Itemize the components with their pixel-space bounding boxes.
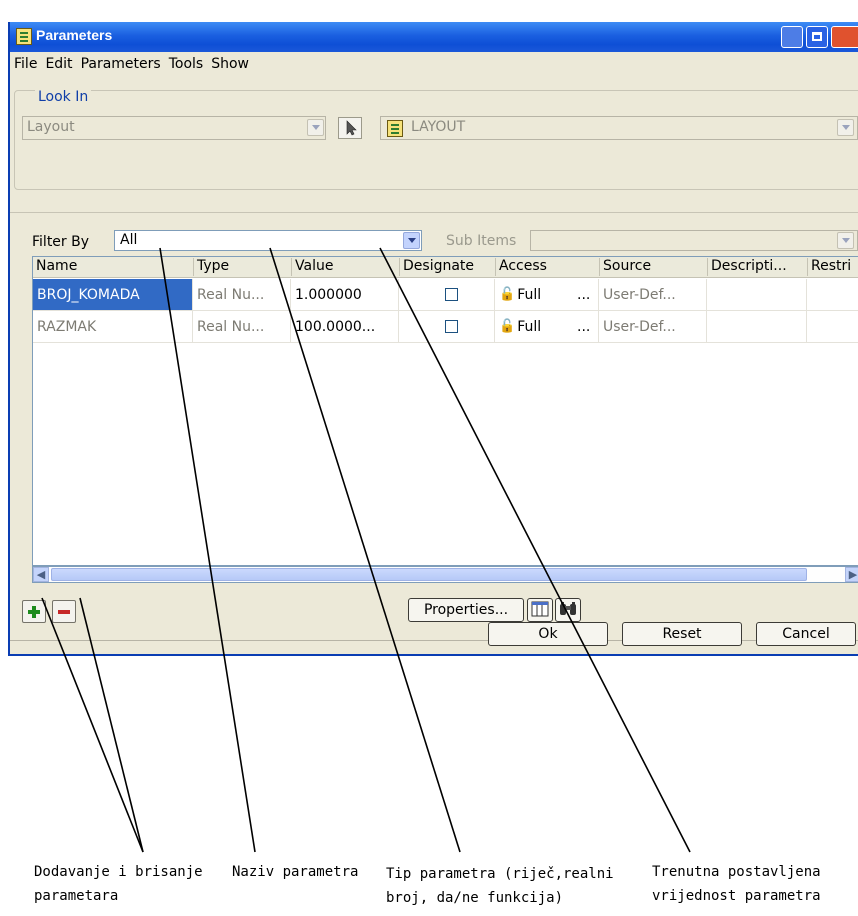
horizontal-scrollbar[interactable]: ◀ ▶ [32,566,858,583]
cell-type[interactable]: Real Nu... [193,279,291,311]
chevron-down-icon[interactable] [307,119,324,136]
cell-access[interactable]: 🔓 Full ... [495,311,599,343]
chevron-down-icon[interactable] [403,232,420,249]
cell-source[interactable]: User-Def... [599,311,707,343]
annotation-text: Dodavanje i brisanje [34,864,203,880]
scrollbar-thumb[interactable] [51,568,807,581]
designate-checkbox[interactable] [445,288,458,301]
cell-restricted[interactable] [807,311,858,343]
column-header-type[interactable]: Type [193,258,291,276]
close-button[interactable] [831,26,858,48]
column-header-designate[interactable]: Designate [399,258,495,276]
lock-icon: 🔓 [499,319,516,334]
column-header-description[interactable]: Descripti... [707,258,807,276]
menu-edit[interactable]: Edit [45,56,72,72]
add-parameter-button[interactable] [22,600,46,623]
parameters-app-icon [16,28,32,45]
menu-bar: File Edit Parameters Tools Show [10,56,253,76]
cell-restricted[interactable] [807,279,858,311]
columns-button[interactable] [527,598,553,622]
parameters-table: Name Type Value Designate Access Source … [32,256,858,566]
sub-items-label: Sub Items [446,233,517,249]
find-button[interactable] [555,598,581,622]
filter-by-label: Filter By [32,234,90,250]
cell-designate [399,311,495,343]
table-columns-icon [531,601,549,617]
lock-icon: 🔓 [499,287,516,302]
annotation-type: Tip parametra (riječ,realni broj, da/ne … [386,862,614,910]
access-more-button[interactable]: ... [577,279,590,310]
cell-value[interactable]: 1.000000 [291,279,399,311]
select-object-button[interactable] [338,117,362,139]
access-value: Full [517,287,542,303]
cell-designate [399,279,495,311]
pointer-arrow-icon [346,120,357,136]
menu-file[interactable]: File [14,56,37,72]
cell-type[interactable]: Real Nu... [193,311,291,343]
binoculars-icon [560,602,576,615]
column-header-access[interactable]: Access [495,258,599,276]
annotation-text: vrijednost parametra [652,888,821,904]
table-row[interactable]: BROJ_KOMADA Real Nu... 1.000000 🔓 Full ..… [33,279,858,311]
ok-button[interactable]: Ok [488,622,608,646]
window-title: Parameters [36,27,113,43]
cell-description[interactable] [707,279,807,311]
annotation-text: broj, da/ne funkcija) [386,890,564,906]
look-in-object-value: LAYOUT [411,119,466,135]
designate-checkbox[interactable] [445,320,458,333]
reset-button[interactable]: Reset [622,622,742,646]
cell-name[interactable]: BROJ_KOMADA [33,279,193,311]
menu-tools[interactable]: Tools [169,56,204,72]
scroll-right-icon[interactable]: ▶ [845,567,858,582]
properties-button[interactable]: Properties... [408,598,524,622]
menu-show[interactable]: Show [211,56,249,72]
minus-icon [58,610,70,614]
plus-icon-vertical [32,606,36,618]
look-in-group: Look In [14,89,858,190]
table-row[interactable]: RAZMAK Real Nu... 100.0000... 🔓 Full ... … [33,311,858,343]
filter-by-select[interactable]: All [114,230,422,251]
maximize-button[interactable] [806,26,828,48]
cell-access[interactable]: 🔓 Full ... [495,279,599,311]
cell-name[interactable]: RAZMAK [33,311,193,343]
layout-object-icon [387,120,403,137]
column-header-restricted[interactable]: Restri [807,258,858,276]
look-in-scope-select[interactable]: Layout [22,116,326,140]
scroll-left-icon[interactable]: ◀ [33,567,49,582]
access-more-button[interactable]: ... [577,311,590,342]
column-header-name[interactable]: Name [33,258,193,276]
annotation-text: Tip parametra (riječ,realni [386,866,614,882]
annotation-text: Trenutna postavljena [652,864,821,880]
minimize-button[interactable] [781,26,803,48]
sub-items-select[interactable] [530,230,858,251]
parameters-dialog: Parameters File Edit Parameters Tools Show L… [8,22,858,656]
annotation-text: Naziv parametra [232,864,359,880]
access-value: Full [517,319,542,335]
annotation-name: Naziv parametra [232,860,358,884]
cell-value[interactable]: 100.0000... [291,311,399,343]
remove-parameter-button[interactable] [52,600,76,623]
look-in-object-select[interactable]: LAYOUT [380,116,858,140]
title-bar[interactable]: Parameters [10,22,858,52]
chevron-down-icon[interactable] [837,119,854,136]
cancel-button[interactable]: Cancel [756,622,856,646]
chevron-down-icon[interactable] [837,232,854,249]
menu-parameters[interactable]: Parameters [81,56,161,72]
table-header: Name Type Value Designate Access Source … [33,257,858,278]
filter-by-value: All [120,232,138,248]
column-header-value[interactable]: Value [291,258,399,276]
annotation-add-remove: Dodavanje i brisanje parametara [34,860,203,908]
cell-description[interactable] [707,311,807,343]
annotation-text: parametara [34,888,119,904]
annotation-value: Trenutna postavljena vrijednost parametr… [652,860,821,908]
look-in-label: Look In [35,89,92,105]
section-divider [10,212,858,213]
column-header-source[interactable]: Source [599,258,707,276]
cell-source[interactable]: User-Def... [599,279,707,311]
look-in-scope-value: Layout [27,119,75,135]
